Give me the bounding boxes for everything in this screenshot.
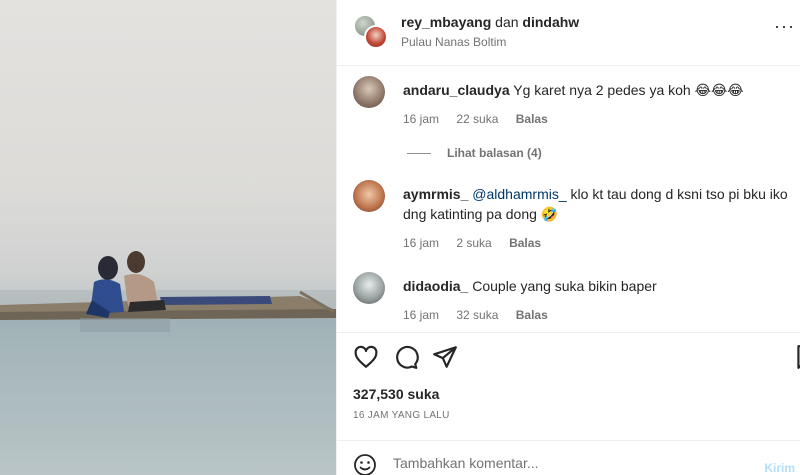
comment-meta: 16 jam 22 suka Balas xyxy=(403,112,562,126)
divider xyxy=(337,332,800,333)
owners-conjunction: dan xyxy=(495,14,519,30)
likes-count[interactable]: 327,530 suka xyxy=(353,386,439,402)
post-time: 16 JAM YANG LALU xyxy=(353,410,450,421)
comment-bar: Kirim xyxy=(337,441,800,475)
post-owners: rey_mbayang dan dindahw xyxy=(401,14,579,30)
post-photo[interactable] xyxy=(0,0,336,475)
comments-list[interactable]: andaru_claudya Yg karet nya 2 pedes ya k… xyxy=(337,66,800,332)
comment-meta: 16 jam 2 suka Balas xyxy=(403,236,555,250)
comment-icon[interactable] xyxy=(393,344,419,370)
post-actions xyxy=(337,344,800,374)
avatar[interactable] xyxy=(364,25,388,49)
post-header: rey_mbayang dan dindahw Pulau Nanas Bolt… xyxy=(337,0,800,66)
comment-username[interactable]: didaodia_ xyxy=(403,278,468,294)
comment-likes[interactable]: 2 suka xyxy=(456,236,491,250)
comment-text: andaru_claudya Yg karet nya 2 pedes ya k… xyxy=(403,80,793,100)
comment-content: Yg karet nya 2 pedes ya koh 😂😂😂 xyxy=(513,82,744,98)
comment-age: 16 jam xyxy=(403,112,440,126)
reply-button[interactable]: Balas xyxy=(509,236,541,250)
reply-button[interactable]: Balas xyxy=(516,112,548,126)
post-panel: rey_mbayang dan dindahw Pulau Nanas Bolt… xyxy=(336,0,800,475)
comment-likes[interactable]: 32 suka xyxy=(456,308,498,322)
comment-username[interactable]: aymrmis_ xyxy=(403,186,468,202)
comment-meta: 16 jam 32 suka Balas xyxy=(403,308,562,322)
comment-input[interactable] xyxy=(393,455,733,471)
avatar[interactable] xyxy=(353,180,385,212)
comment-username[interactable]: andaru_claudya xyxy=(403,82,510,98)
comment-text: didaodia_ Couple yang suka bikin baper xyxy=(403,276,793,296)
owner-avatars[interactable] xyxy=(353,14,389,50)
heart-icon[interactable] xyxy=(353,344,379,370)
view-replies-label: Lihat balasan (4) xyxy=(447,146,542,160)
comment-age: 16 jam xyxy=(403,236,440,250)
bookmark-icon[interactable] xyxy=(793,344,800,370)
comment-mention[interactable]: @aldhamrmis_ xyxy=(472,186,566,202)
reply-button[interactable]: Balas xyxy=(516,308,548,322)
view-replies-button[interactable]: Lihat balasan (4) xyxy=(407,146,542,160)
photo-scene xyxy=(0,251,336,475)
share-icon[interactable] xyxy=(432,344,458,370)
post-comment-button[interactable]: Kirim xyxy=(764,461,795,475)
avatar[interactable] xyxy=(353,76,385,108)
more-icon[interactable]: ··· xyxy=(774,16,795,37)
post-location[interactable]: Pulau Nanas Boltim xyxy=(401,35,506,49)
owner-username-1[interactable]: rey_mbayang xyxy=(401,14,491,30)
comment-age: 16 jam xyxy=(403,308,440,322)
comment-likes[interactable]: 22 suka xyxy=(456,112,498,126)
emoji-icon[interactable] xyxy=(353,453,377,475)
comment-text: aymrmis_ @aldhamrmis_ klo kt tau dong d … xyxy=(403,184,793,224)
comment-content: Couple yang suka bikin baper xyxy=(472,278,657,294)
owner-username-2[interactable]: dindahw xyxy=(522,14,579,30)
avatar[interactable] xyxy=(353,272,385,304)
divider xyxy=(407,153,431,155)
